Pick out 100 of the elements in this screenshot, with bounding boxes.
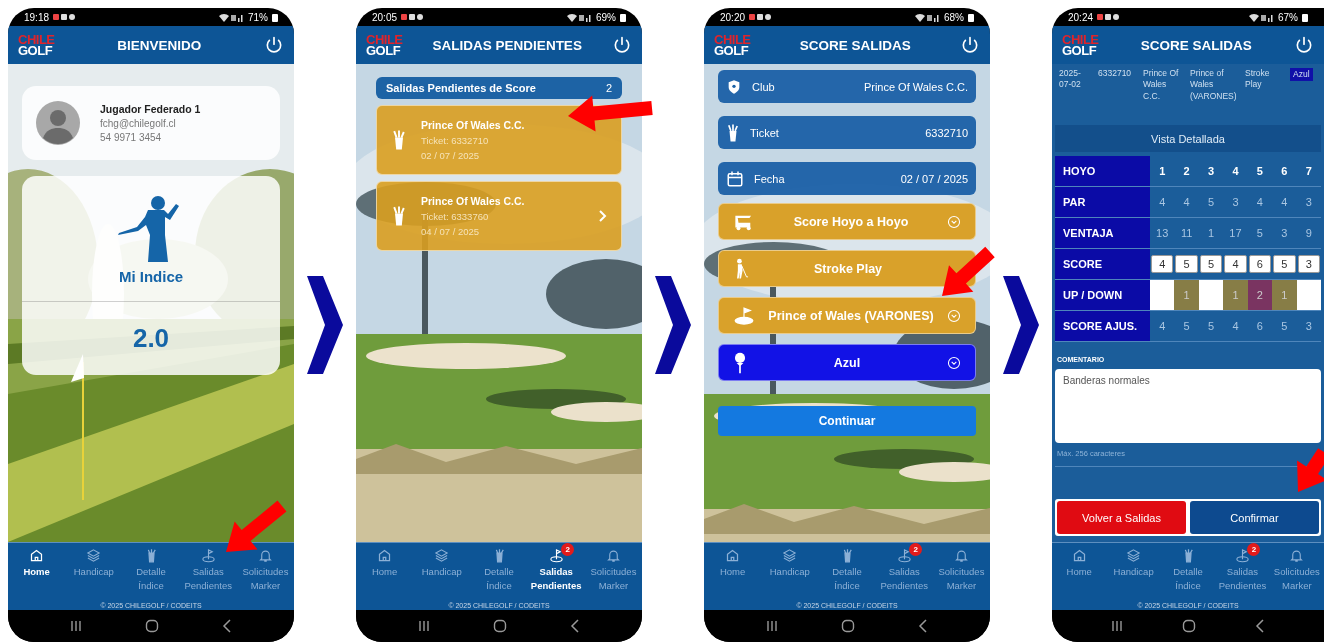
option-select[interactable]: Stroke Play <box>718 250 976 287</box>
recents-icon <box>417 620 430 632</box>
option-select[interactable]: Score Hoyo a Hoyo <box>718 203 976 240</box>
outing-card[interactable]: Prince Of Wales C.C. Ticket: 6332710 02 / 07 / 2025 <box>376 105 622 175</box>
table-cell-text: 1 <box>1207 226 1216 241</box>
battery-icon <box>1302 12 1308 22</box>
nav-tab[interactable]: Solicitudes Marker <box>584 543 642 602</box>
detail-view-bar[interactable]: Vista Detallada <box>1055 125 1321 152</box>
nav-tab[interactable]: 2 Salidas Pendientes <box>1215 543 1270 602</box>
score-input[interactable]: 5 <box>1273 255 1296 273</box>
index-value: 2.0 <box>132 323 170 354</box>
nav-tab[interactable]: Home <box>1052 543 1107 602</box>
summary-text: 2025-07-02 <box>1059 68 1082 91</box>
nav-tab[interactable]: Handicap <box>65 543 123 602</box>
screen-title: SALIDAS PENDIENTES <box>431 37 583 53</box>
status-time: 20:24 <box>1068 11 1094 23</box>
nav-tab[interactable]: Handicap <box>413 543 471 602</box>
power-button[interactable] <box>1294 35 1314 55</box>
table-cell-text: 5 <box>1182 319 1191 334</box>
power-button[interactable] <box>264 35 284 55</box>
pointer-arrow <box>942 246 995 296</box>
nav-tab[interactable]: 2 Salidas Pendientes <box>875 543 933 602</box>
nav-tab[interactable]: Detalle Índice <box>122 543 180 602</box>
layers-icon <box>434 548 450 563</box>
score-input[interactable]: 4 <box>1151 255 1174 273</box>
next-arrow-icon <box>307 276 343 374</box>
notification-icons-drawing <box>401 13 424 21</box>
table-cell-text: 4 <box>1182 195 1191 210</box>
player-email: fchg@chilegolf.cl <box>100 118 177 129</box>
comment-field[interactable]: Banderas normales <box>1055 369 1321 443</box>
home-icon <box>725 548 741 563</box>
signal-icon <box>218 12 244 22</box>
bell-icon <box>257 548 273 563</box>
back-button[interactable] <box>918 619 929 633</box>
score-input[interactable]: 6 <box>1248 255 1272 273</box>
score-input[interactable]: 4 <box>1224 255 1247 273</box>
list-title: Salidas Pendientes de Score <box>386 82 536 94</box>
nav-tab[interactable]: Detalle Índice <box>470 543 528 602</box>
back-icon <box>918 619 929 633</box>
back-button[interactable] <box>222 619 233 633</box>
ticket-number: Ticket: 6332710 <box>421 135 490 146</box>
nav-tab[interactable]: Solicitudes Marker <box>1269 543 1324 602</box>
chevron-right-icon <box>599 210 607 222</box>
power-button[interactable] <box>960 35 980 55</box>
home-button[interactable] <box>145 619 159 633</box>
recents-icon <box>69 620 82 632</box>
table-cell: 2 <box>1247 280 1273 310</box>
table-cell-text: 3 <box>1280 226 1289 241</box>
golf-bag-icon <box>726 122 740 143</box>
score-input[interactable]: 3 <box>1297 255 1320 273</box>
nav-tab[interactable]: Solicitudes Marker <box>236 543 294 602</box>
notification-badge: 2 <box>1247 543 1261 556</box>
nav-tab[interactable]: Home <box>8 543 66 602</box>
nav-tab[interactable]: Detalle Índice <box>1160 543 1216 602</box>
outing-card[interactable]: Prince Of Wales C.C. Ticket: 6333760 04 / 07 / 2025 <box>376 181 622 251</box>
home-button[interactable] <box>493 619 507 633</box>
nav-tab[interactable]: Handicap <box>1106 543 1161 602</box>
table-cell-text: 4 <box>1158 319 1167 334</box>
table-cell-text: 2 <box>1182 164 1191 179</box>
field-value: 02 / 07 / 2025 <box>900 172 968 185</box>
option-select[interactable]: Azul <box>718 344 976 381</box>
chevron-down-icon <box>947 214 961 229</box>
recents-button[interactable] <box>1111 620 1124 632</box>
back-button[interactable] <box>1254 619 1265 633</box>
recents-button[interactable] <box>765 620 778 632</box>
continue-button[interactable]: Continuar <box>718 406 976 436</box>
home-button[interactable] <box>1182 619 1196 633</box>
ticket-number: Ticket: 6333760 <box>421 211 490 222</box>
back-button[interactable] <box>570 619 581 633</box>
signal-icon <box>914 12 940 22</box>
nav-tab[interactable]: Detalle Índice <box>818 543 876 602</box>
power-button[interactable] <box>612 35 632 55</box>
confirm-button[interactable]: Confirmar <box>1190 501 1319 534</box>
nav-tab[interactable]: Home <box>356 543 414 602</box>
nav-tab[interactable]: Handicap <box>761 543 819 602</box>
score-input[interactable]: 5 <box>1199 255 1223 273</box>
summary-text: Stroke Play <box>1245 68 1271 91</box>
nav-tab[interactable]: Salidas Pendientes <box>179 543 237 602</box>
nav-tab[interactable]: Home <box>704 543 762 602</box>
table-cell-text: 13 <box>1155 226 1170 241</box>
bell-icon <box>1289 548 1305 563</box>
battery-icon <box>968 12 974 22</box>
recents-button[interactable] <box>69 620 82 632</box>
nav-tab[interactable]: Solicitudes Marker <box>932 543 990 602</box>
club-name: Prince Of Wales C.C. <box>421 119 526 131</box>
layers-icon <box>86 548 102 563</box>
player-name: Jugador Federado 1 <box>100 103 201 115</box>
back-to-outings-button[interactable]: Volver a Salidas <box>1057 501 1186 534</box>
row-header: SCORE AJUS. <box>1055 311 1150 341</box>
battery-icon <box>620 12 626 22</box>
golf-bag-icon <box>391 129 407 151</box>
calendar-icon <box>726 169 744 188</box>
field-label: Ticket <box>750 126 779 139</box>
notification-icons-drawing <box>749 13 772 21</box>
recents-button[interactable] <box>417 620 430 632</box>
field-value: Prince Of Wales C.C. <box>863 80 968 93</box>
home-button[interactable] <box>841 619 855 633</box>
option-select[interactable]: Prince of Wales (VARONES) <box>718 297 976 334</box>
score-input[interactable]: 5 <box>1175 255 1198 273</box>
nav-tab[interactable]: 2 Salidas Pendientes <box>527 543 585 602</box>
